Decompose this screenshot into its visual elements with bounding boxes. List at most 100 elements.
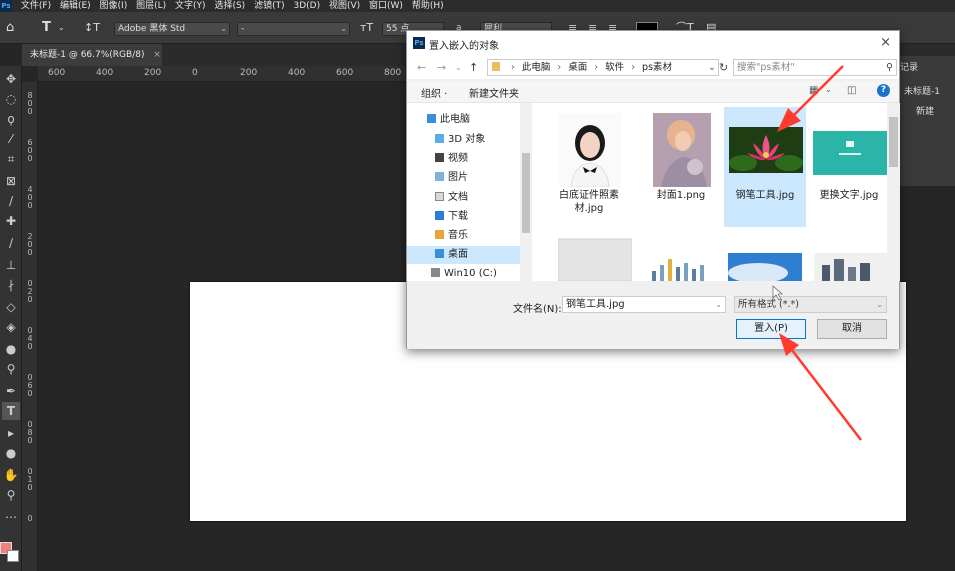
chevron-down-icon[interactable]: ⌄ — [455, 63, 462, 72]
menu-image[interactable]: 图像(I) — [100, 0, 128, 12]
menu-file[interactable]: 文件(F) — [21, 0, 51, 12]
nav-item-video[interactable]: 视频 — [435, 150, 520, 168]
healing-brush-icon[interactable]: ✚ — [2, 212, 20, 230]
blur-tool-icon[interactable]: ● — [2, 340, 20, 358]
search-input[interactable]: 搜索"ps素材" ⚲ — [733, 59, 897, 76]
marquee-tool-icon[interactable]: ◌ — [2, 90, 20, 108]
crop-tool-icon[interactable]: ⌗ — [2, 150, 20, 168]
computer-icon — [427, 114, 436, 123]
chevron-down-icon[interactable]: ⌄ — [708, 60, 716, 75]
history-brush-icon[interactable]: ∤ — [2, 276, 20, 294]
painting-thumbnail — [653, 113, 711, 187]
chevron-down-icon[interactable]: ⌄ — [825, 85, 832, 94]
background-color-swatch[interactable] — [7, 550, 19, 562]
lasso-tool-icon[interactable]: ϙ — [2, 110, 20, 128]
hand-tool-icon[interactable]: ✋ — [2, 466, 20, 484]
file-name: 白底证件照素材.jpg — [559, 190, 619, 214]
type-tool-icon[interactable]: T — [2, 402, 20, 420]
menu-help[interactable]: 帮助(H) — [412, 0, 444, 12]
chevron-down-icon[interactable]: ⌄ — [58, 20, 65, 36]
file-item[interactable]: 白底证件照素材.jpg — [548, 107, 630, 227]
home-icon[interactable]: ⌂ — [6, 20, 14, 36]
paint-bucket-icon[interactable]: ◈ — [2, 318, 20, 336]
help-icon[interactable]: ? — [877, 84, 890, 97]
ruler-tick-label: 0 — [27, 295, 33, 304]
close-icon[interactable]: × — [880, 35, 891, 50]
font-style-select[interactable]: - ⌄ — [237, 22, 350, 36]
ellipse-tool-icon[interactable]: ● — [2, 444, 20, 462]
chevron-right-icon: › — [594, 62, 599, 73]
menu-window[interactable]: 窗口(W) — [369, 0, 403, 12]
dodge-tool-icon[interactable]: ⚲ — [2, 360, 20, 378]
3d-objects-icon — [435, 134, 444, 143]
magic-wand-icon[interactable]: ⁄ — [2, 130, 20, 148]
frame-tool-icon[interactable]: ⊠ — [2, 172, 20, 190]
cancel-button[interactable]: 取消 — [817, 319, 887, 339]
preview-pane-icon[interactable]: ◫ — [847, 85, 856, 96]
menu-edit[interactable]: 编辑(E) — [60, 0, 91, 12]
menu-view[interactable]: 视图(V) — [329, 0, 360, 12]
chevron-right-icon: › — [511, 62, 515, 73]
path-selection-icon[interactable]: ▸ — [2, 424, 20, 442]
breadcrumb-ps-assets[interactable]: ps素材 — [642, 62, 672, 73]
chevron-down-icon: ⌄ — [876, 300, 883, 309]
nav-item-3d-objects[interactable]: 3D 对象 — [435, 131, 520, 149]
portrait-thumbnail — [559, 113, 621, 187]
scrollbar-thumb[interactable] — [522, 153, 530, 233]
menu-3d[interactable]: 3D(D) — [293, 0, 320, 12]
nav-item-pictures[interactable]: 图片 — [435, 169, 520, 187]
menu-filter[interactable]: 滤镜(T) — [254, 0, 285, 12]
back-arrow-icon[interactable]: ← — [417, 61, 426, 74]
nav-item-drive-c[interactable]: Win10 (C:) — [431, 265, 520, 281]
file-type-select[interactable]: 所有格式 (*.*) ⌄ — [734, 296, 887, 313]
nav-item-documents[interactable]: 文档 — [435, 189, 520, 207]
organize-button[interactable]: 组织 · — [421, 85, 447, 100]
type-tool-icon[interactable]: T — [42, 20, 51, 36]
menu-select[interactable]: 选择(S) — [214, 0, 245, 12]
documents-icon — [435, 192, 444, 201]
more-tools-icon[interactable]: ⋯ — [2, 508, 20, 526]
close-icon[interactable]: × — [153, 50, 161, 60]
file-item[interactable]: 更换文字.jpg — [808, 107, 887, 227]
nav-scrollbar[interactable] — [520, 103, 532, 281]
dialog-footer: 文件名(N): 钢笔工具.jpg ⌄ 所有格式 (*.*) ⌄ 置入(P) 取消 — [407, 281, 899, 349]
chevron-down-icon: ⌄ — [340, 24, 347, 33]
move-tool-icon[interactable]: ✥ — [2, 70, 20, 88]
photoshop-logo-icon: Ps — [413, 37, 425, 49]
scrollbar-thumb[interactable] — [889, 117, 898, 167]
nav-item-music[interactable]: 音乐 — [435, 227, 520, 245]
filename-input[interactable]: 钢笔工具.jpg ⌄ — [562, 296, 726, 313]
file-item-selected[interactable]: 钢笔工具.jpg — [724, 107, 806, 227]
text-orientation-icon[interactable]: ↕T — [84, 20, 100, 36]
view-options-icon[interactable]: ▦ — [809, 85, 818, 96]
up-arrow-icon[interactable]: ↑ — [469, 61, 478, 74]
nav-item-desktop[interactable]: 桌面 — [407, 246, 520, 264]
address-bar[interactable]: › 此电脑 › 桌面 › 软件 › ps素材 ⌄ — [487, 59, 719, 76]
menu-layer[interactable]: 图层(L) — [136, 0, 166, 12]
download-icon — [435, 211, 444, 220]
eyedropper-icon[interactable]: ∕ — [2, 192, 20, 210]
file-item[interactable]: 封面1.png — [640, 107, 722, 227]
font-family-select[interactable]: Adobe 黑体 Std ⌄ — [114, 22, 230, 36]
eraser-tool-icon[interactable]: ◇ — [2, 298, 20, 316]
stamp-tool-icon[interactable]: ⊥ — [2, 256, 20, 274]
pen-tool-icon[interactable]: ✒ — [2, 382, 20, 400]
font-family-value: Adobe 黑体 Std — [118, 24, 186, 34]
new-folder-button[interactable]: 新建文件夹 — [469, 85, 519, 100]
zoom-tool-icon[interactable]: ⚲ — [2, 486, 20, 504]
breadcrumb-software[interactable]: 软件 — [605, 62, 624, 73]
place-button[interactable]: 置入(P) — [736, 319, 806, 339]
brush-tool-icon[interactable]: ∕ — [2, 234, 20, 252]
breadcrumb-desktop[interactable]: 桌面 — [568, 62, 587, 73]
history-step-new[interactable]: 新建 — [916, 104, 934, 117]
chevron-down-icon[interactable]: ⌄ — [715, 297, 722, 312]
forward-arrow-icon[interactable]: → — [437, 61, 446, 74]
file-list-scrollbar[interactable] — [887, 103, 900, 281]
document-tab[interactable]: 未标题-1 @ 66.7%(RGB/8) × — [22, 44, 162, 66]
menu-type[interactable]: 文字(Y) — [175, 0, 206, 12]
history-snapshot[interactable]: 未标题-1 — [904, 84, 940, 97]
breadcrumb-this-pc[interactable]: 此电脑 — [522, 62, 551, 73]
refresh-icon[interactable]: ↻ — [719, 61, 728, 74]
nav-item-this-pc[interactable]: 此电脑 — [427, 111, 520, 129]
nav-item-downloads[interactable]: 下载 — [435, 208, 520, 226]
